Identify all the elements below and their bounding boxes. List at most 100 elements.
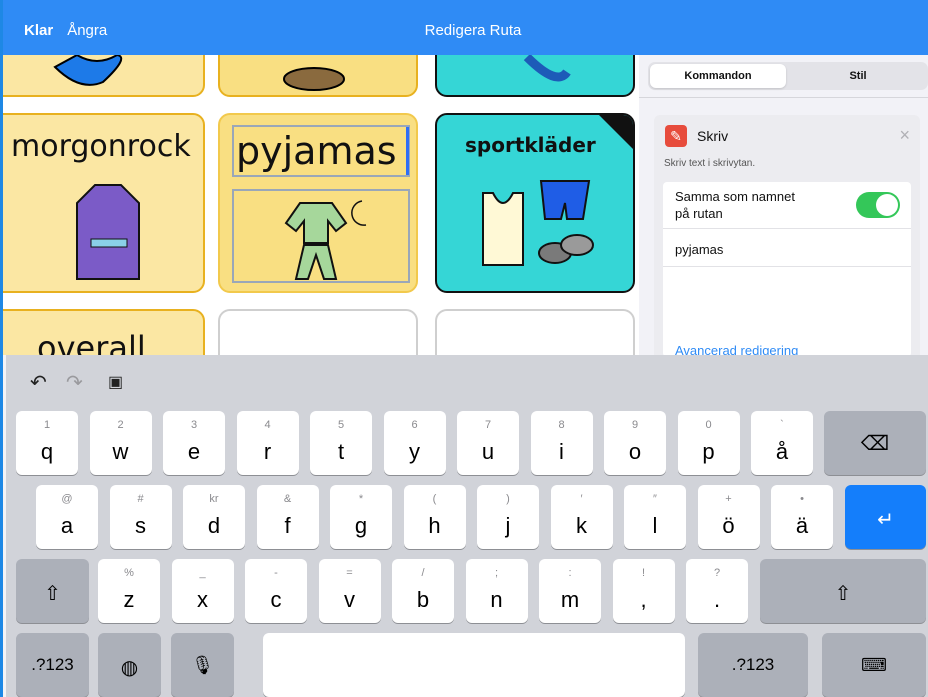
key-label: e [187,439,201,464]
letter-key[interactable]: ) j [477,485,539,549]
shoe-icon [53,55,123,86]
key-secondary-label: * [358,493,364,505]
letter-key[interactable]: 7u [457,411,519,475]
key-label: ä [795,513,809,538]
tile-grid: morgonrock pyjamas sportkläder overall [3,55,639,355]
letter-key[interactable]: ; n [465,559,528,623]
toggle-knob [876,194,898,216]
letter-key[interactable]: ` å [751,411,813,475]
tile-shoe[interactable] [3,55,205,97]
key-label: m [560,587,580,612]
return-icon: ↵ [877,509,894,531]
space-key[interactable] [263,633,685,697]
letter-key[interactable]: * g [330,485,392,549]
tile-label: sportkläder [465,133,596,157]
tile-empty[interactable] [435,309,635,355]
shift-right-key[interactable]: ⇧ [760,559,926,623]
letter-key[interactable]: + ö [697,485,760,549]
key-secondary-label: - [274,567,278,579]
shift-left-key[interactable]: ⇧ [16,559,89,623]
key-secondary-label: 4 [264,419,271,431]
letter-key[interactable]: 9o [604,411,666,475]
key-secondary-label: • [800,493,804,505]
letter-key[interactable]: ″ l [624,485,686,549]
tile-overall[interactable]: overall [3,309,205,355]
same-as-name-toggle[interactable] [856,192,900,218]
numbers-label: .?123 [731,655,775,674]
key-label: k [576,513,587,538]
text-value[interactable]: pyjamas [675,242,723,257]
key-secondary-label: 6 [411,419,418,431]
letter-key[interactable]: ′ k [550,485,613,549]
same-as-name-label: Samma som namnet på rutan [675,188,795,222]
key-label: j [505,513,511,538]
tab-style[interactable]: Stil [790,64,926,88]
key-secondary-label: & [283,493,292,505]
key-secondary-label: @ [61,493,73,505]
tile-pyjamas[interactable]: pyjamas [218,113,418,293]
letter-key[interactable]: !, [612,559,675,623]
key-label: . [713,587,721,612]
microphone-key[interactable]: 🎙 [171,633,234,697]
letter-key[interactable]: @ a [36,485,98,549]
letter-key[interactable]: 1q [16,411,78,475]
key-secondary-label: 8 [558,419,565,431]
key-secondary-label: ! [641,567,646,579]
tile-label: morgonrock [11,129,191,164]
key-label: q [40,439,54,464]
key-label: y [409,439,420,464]
redo-icon[interactable]: ↷ [66,370,83,395]
key-label: l [652,513,658,538]
navigation-bar: Klar Ångra Redigera Ruta [3,10,928,55]
letter-key[interactable]: 6y [383,411,446,475]
tile-scarf[interactable] [435,55,635,97]
letter-key[interactable]: :m [539,559,601,623]
key-secondary-label: / [421,567,425,579]
key-label: b [416,587,430,612]
dismiss-keyboard-key[interactable]: ⌨ [822,633,926,697]
undo-icon[interactable]: ↶ [30,370,47,395]
letter-key[interactable]: • ä [771,485,833,549]
numbers-key-left[interactable]: .?123 [16,633,89,697]
key-label: h [428,513,441,538]
key-secondary-label: 3 [190,419,198,431]
letter-key[interactable]: = v [318,559,381,623]
key-label: v [344,587,355,612]
letter-key[interactable]: 8i [530,411,593,475]
letter-key[interactable]: % z [98,559,160,623]
letter-key[interactable]: # s [109,485,172,549]
close-icon[interactable]: × [899,125,910,146]
key-secondary-label: 9 [631,419,639,431]
letter-key[interactable]: 5t [310,411,372,475]
key-label: z [123,587,135,612]
backspace-key[interactable]: ⌫ [824,411,926,475]
inspector-divider [639,97,928,98]
same-as-name-line2: på rutan [675,206,723,221]
segmented-control: Kommandon Stil [648,62,928,90]
letter-key[interactable]: -c [245,559,307,623]
letter-key[interactable]: 0p [677,411,740,475]
tab-commands[interactable]: Kommandon [650,64,786,88]
letter-key[interactable]: kr d [183,485,245,549]
letter-key[interactable]: _ x [171,559,234,623]
key-secondary-label: ( [432,493,437,505]
letter-key[interactable]: 4r [236,411,299,475]
key-secondary-label: ″ [653,493,657,505]
letter-key[interactable]: (h [403,485,466,549]
letter-key[interactable]: & f [256,485,319,549]
key-label: f [284,513,291,538]
tile-sportklader[interactable]: sportkläder [435,113,635,293]
tile-morgonrock[interactable]: morgonrock [3,113,205,293]
letter-key[interactable]: 2w [89,411,152,475]
robe-icon [76,184,140,280]
tile-hat[interactable] [218,55,418,97]
paste-icon[interactable]: ▣ [108,372,123,392]
tile-empty[interactable] [218,309,418,355]
letter-key[interactable]: ?. [686,559,748,623]
numbers-key-right[interactable]: .?123 [698,633,808,697]
letter-key[interactable]: / b [392,559,454,623]
globe-key[interactable]: ◍ [98,633,161,697]
return-key[interactable]: ↵ [845,485,926,549]
letter-key[interactable]: 3e [163,411,225,475]
key-secondary-label: _ [199,567,206,579]
